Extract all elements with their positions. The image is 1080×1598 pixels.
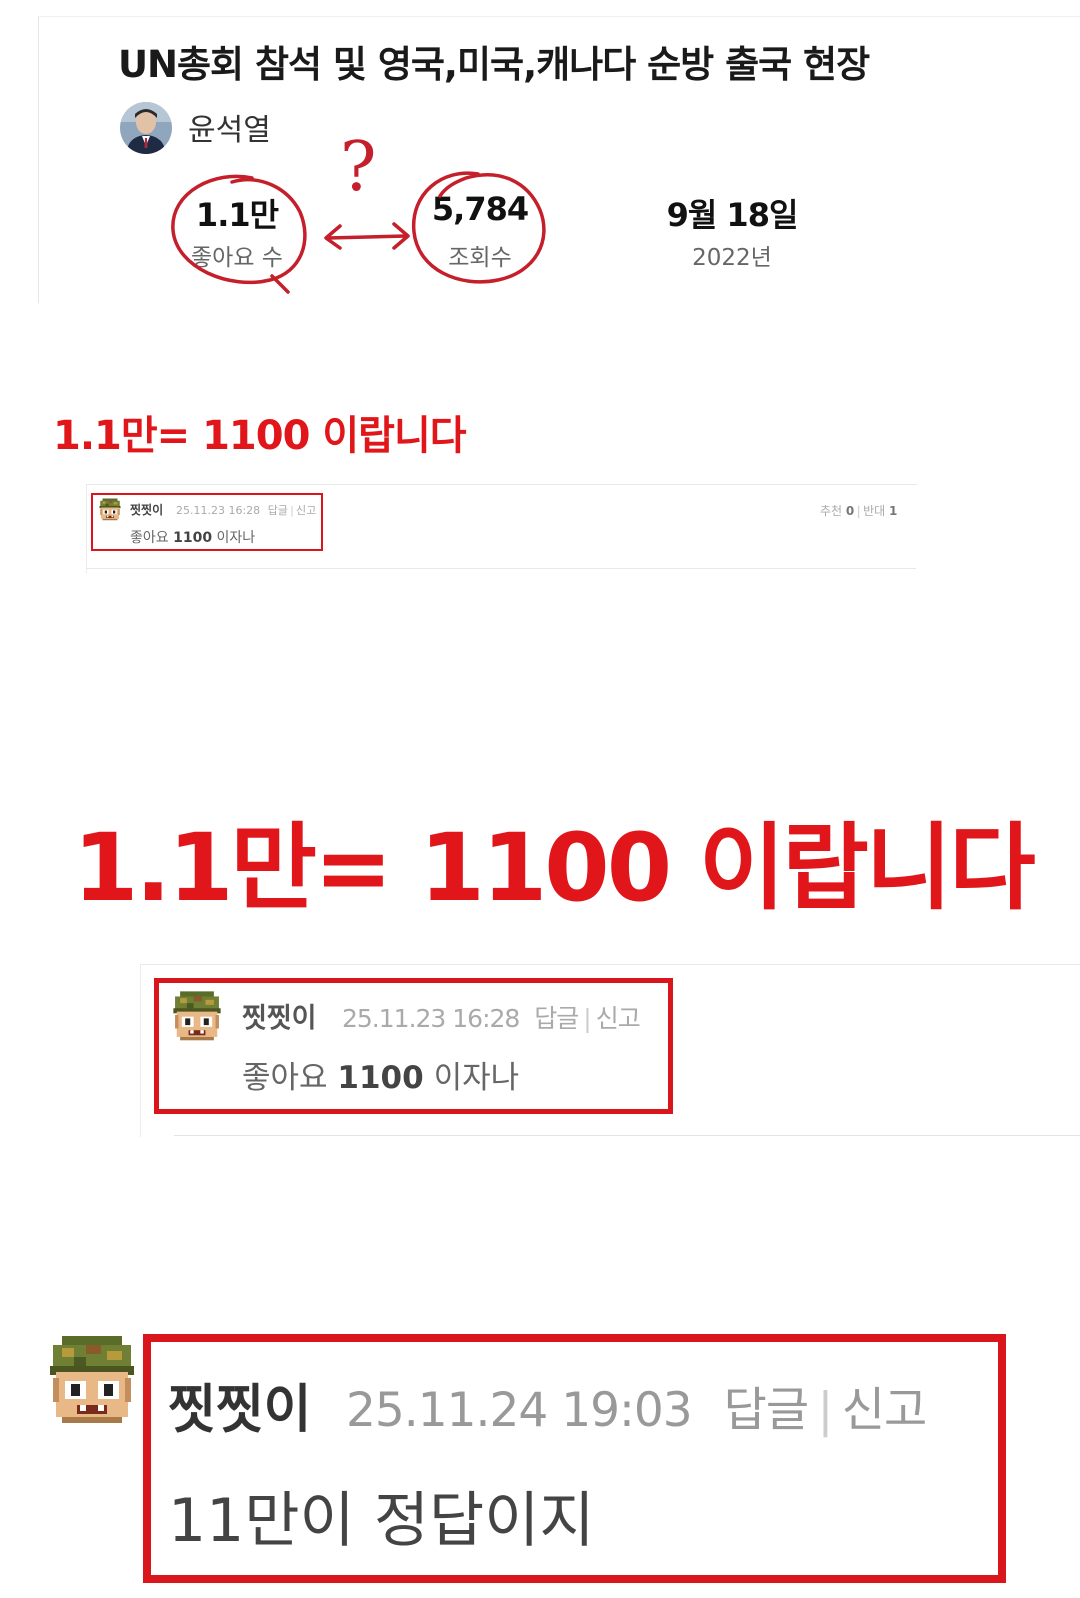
question-mark-annotation: ? bbox=[340, 128, 377, 207]
comment-meta: 25.11.24 19:03 답글 | 신고 bbox=[346, 1371, 927, 1440]
commenter-avatar-icon[interactable] bbox=[98, 497, 122, 521]
comment-timestamp: 25.11.23 16:28 bbox=[176, 504, 261, 517]
video-title[interactable]: UN총회 참석 및 영국,미국,캐나다 순방 출국 현장 bbox=[118, 34, 870, 88]
comment-body-suffix: 이자나 bbox=[433, 1060, 520, 1096]
separator: | bbox=[583, 1004, 592, 1033]
vote-counts: 추천 0 | 반대 1 bbox=[820, 502, 897, 519]
comment-body: 좋아요 1100 이자나 bbox=[130, 527, 255, 547]
comment-body: 좋아요 1100 이자나 bbox=[242, 1052, 519, 1097]
comment-meta: 25.11.23 16:28 답글 | 신고 bbox=[176, 502, 316, 518]
commenter-avatar-icon[interactable] bbox=[170, 988, 224, 1042]
reply-link[interactable]: 답글 bbox=[268, 504, 288, 517]
comment-meta: 25.11.23 16:28 답글 | 신고 bbox=[342, 999, 641, 1035]
comment-body-prefix: 좋아요 bbox=[242, 1060, 328, 1096]
comment-author[interactable]: 찟찟이 bbox=[130, 501, 163, 518]
downvote-count: 1 bbox=[889, 504, 898, 518]
caption-small: 1.1만= 1100 이랍니다 bbox=[53, 413, 467, 459]
separator: | bbox=[290, 504, 294, 517]
report-link[interactable]: 신고 bbox=[842, 1383, 927, 1438]
comment-author[interactable]: 찟찟이 bbox=[242, 996, 317, 1035]
comment-body-prefix: 좋아요 bbox=[130, 530, 169, 546]
comment-divider bbox=[86, 568, 916, 569]
downvote-button[interactable]: 반대 1 bbox=[863, 504, 897, 518]
upvote-count: 0 bbox=[845, 504, 855, 518]
downvote-label: 반대 bbox=[863, 504, 886, 518]
commenter-avatar-icon[interactable] bbox=[44, 1330, 140, 1426]
compare-arrow bbox=[326, 234, 408, 240]
reply-link[interactable]: 답글 bbox=[534, 1004, 579, 1033]
separator: | bbox=[856, 504, 861, 518]
comment-body: 11만이 정답이지 bbox=[168, 1486, 595, 1556]
likes-circle bbox=[171, 174, 307, 285]
comment-body-number: 1100 bbox=[337, 1060, 424, 1096]
views-circle bbox=[412, 171, 546, 284]
comment-author[interactable]: 찟찟이 bbox=[168, 1367, 312, 1442]
comment-body-number: 1100 bbox=[173, 530, 213, 546]
report-link[interactable]: 신고 bbox=[596, 1004, 641, 1033]
reply-link[interactable]: 답글 bbox=[724, 1383, 809, 1438]
upload-date: 9월 18일 bbox=[666, 196, 799, 234]
caption-big: 1.1만= 1100 이랍니다 bbox=[73, 814, 1036, 923]
comment-body-suffix: 이자나 bbox=[216, 530, 256, 546]
report-link[interactable]: 신고 bbox=[296, 504, 316, 517]
comment-timestamp: 25.11.23 16:28 bbox=[342, 1004, 520, 1033]
comment-timestamp: 25.11.24 19:03 bbox=[346, 1383, 693, 1438]
upload-year: 2022년 bbox=[692, 245, 772, 271]
upvote-button[interactable]: 추천 0 bbox=[820, 504, 854, 518]
upvote-label: 추천 bbox=[820, 504, 843, 518]
comment-divider bbox=[174, 1135, 1080, 1136]
separator: | bbox=[817, 1383, 834, 1438]
